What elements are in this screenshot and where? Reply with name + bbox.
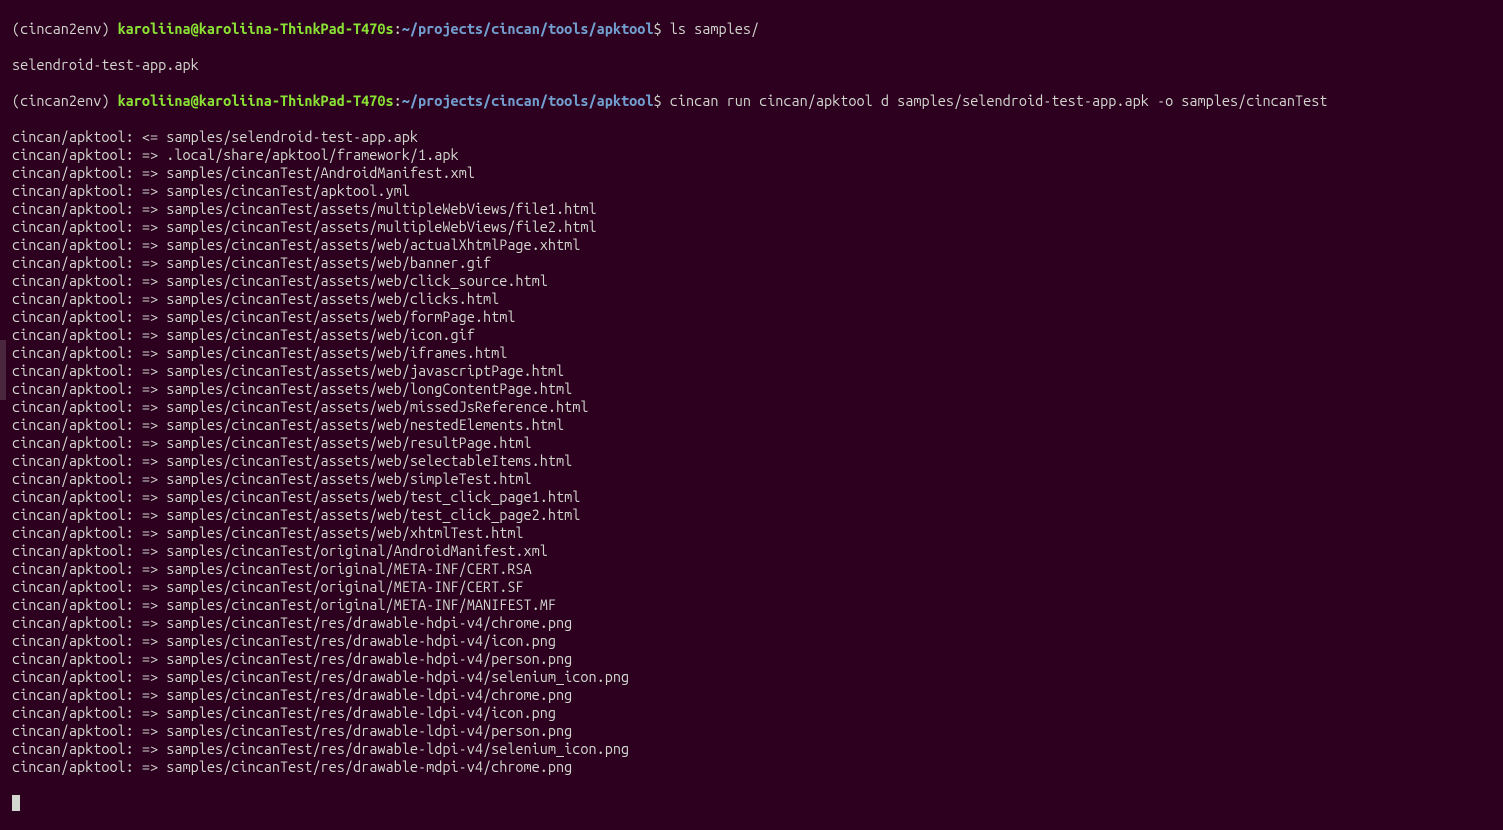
output-line: cincan/apktool: => samples/cincanTest/as… <box>12 488 1503 506</box>
output-line: cincan/apktool: => samples/cincanTest/as… <box>12 470 1503 488</box>
output-line: cincan/apktool: => samples/cincanTest/re… <box>12 632 1503 650</box>
output-line: cincan/apktool: => samples/cincanTest/re… <box>12 614 1503 632</box>
terminal-cursor <box>12 795 20 811</box>
output-line: cincan/apktool: => .local/share/apktool/… <box>12 146 1503 164</box>
output-line: cincan/apktool: => samples/cincanTest/as… <box>12 290 1503 308</box>
terminal-viewport[interactable]: (cincan2env) karoliina@karoliina-ThinkPa… <box>0 0 1503 830</box>
output-line: cincan/apktool: => samples/cincanTest/as… <box>12 218 1503 236</box>
virtualenv-label: (cincan2env) <box>12 92 118 109</box>
output-line: cincan/apktool: => samples/cincanTest/as… <box>12 380 1503 398</box>
output-line: cincan/apktool: => samples/cincanTest/as… <box>12 272 1503 290</box>
output-line: cincan/apktool: => samples/cincanTest/re… <box>12 722 1503 740</box>
output-line: cincan/apktool: => samples/cincanTest/or… <box>12 578 1503 596</box>
output-line: cincan/apktool: => samples/cincanTest/as… <box>12 398 1503 416</box>
output-line: cincan/apktool: => samples/cincanTest/as… <box>12 326 1503 344</box>
output-line: cincan/apktool: => samples/cincanTest/as… <box>12 308 1503 326</box>
output-line: cincan/apktool: => samples/cincanTest/or… <box>12 596 1503 614</box>
output-line: cincan/apktool: => samples/cincanTest/as… <box>12 236 1503 254</box>
output-line: cincan/apktool: => samples/cincanTest/as… <box>12 344 1503 362</box>
user-host: karoliina@karoliina-ThinkPad-T470s <box>118 92 394 109</box>
output-line: cincan/apktool: => samples/cincanTest/re… <box>12 758 1503 776</box>
output-line: cincan/apktool: => samples/cincanTest/as… <box>12 452 1503 470</box>
output-line: cincan/apktool: => samples/cincanTest/as… <box>12 524 1503 542</box>
tool-output-block: cincan/apktool: <= samples/selendroid-te… <box>12 128 1503 776</box>
prompt-separator: : <box>394 92 402 109</box>
virtualenv-label: (cincan2env) <box>12 20 118 37</box>
output-line: cincan/apktool: => samples/cincanTest/An… <box>12 164 1503 182</box>
prompt-line-2: (cincan2env) karoliina@karoliina-ThinkPa… <box>12 92 1503 110</box>
command-text: cincan run cincan/apktool d samples/sele… <box>670 92 1328 109</box>
output-line: cincan/apktool: => samples/cincanTest/as… <box>12 416 1503 434</box>
prompt-separator: : <box>394 20 402 37</box>
output-line: cincan/apktool: => samples/cincanTest/re… <box>12 740 1503 758</box>
cwd-path: ~/projects/cincan/tools/apktool <box>402 92 654 109</box>
output-line: cincan/apktool: => samples/cincanTest/or… <box>12 560 1503 578</box>
output-line: cincan/apktool: => samples/cincanTest/re… <box>12 650 1503 668</box>
command-text: ls samples/ <box>670 20 759 37</box>
user-host: karoliina@karoliina-ThinkPad-T470s <box>118 20 394 37</box>
output-line: cincan/apktool: => samples/cincanTest/as… <box>12 254 1503 272</box>
prompt-line-1: (cincan2env) karoliina@karoliina-ThinkPa… <box>12 20 1503 38</box>
prompt-dollar: $ <box>654 92 670 109</box>
output-line: cincan/apktool: => samples/cincanTest/re… <box>12 704 1503 722</box>
output-line: cincan/apktool: => samples/cincanTest/as… <box>12 362 1503 380</box>
output-line: cincan/apktool: => samples/cincanTest/as… <box>12 434 1503 452</box>
output-line: cincan/apktool: => samples/cincanTest/as… <box>12 506 1503 524</box>
output-line: cincan/apktool: => samples/cincanTest/re… <box>12 686 1503 704</box>
output-line: cincan/apktool: <= samples/selendroid-te… <box>12 128 1503 146</box>
output-line: cincan/apktool: => samples/cincanTest/ap… <box>12 182 1503 200</box>
ls-output: selendroid-test-app.apk <box>12 56 1503 74</box>
output-line: cincan/apktool: => samples/cincanTest/as… <box>12 200 1503 218</box>
cursor-line[interactable] <box>12 794 1503 812</box>
output-line: cincan/apktool: => samples/cincanTest/or… <box>12 542 1503 560</box>
scrollbar-hint[interactable] <box>0 340 6 400</box>
cwd-path: ~/projects/cincan/tools/apktool <box>402 20 654 37</box>
prompt-dollar: $ <box>654 20 670 37</box>
output-line: cincan/apktool: => samples/cincanTest/re… <box>12 668 1503 686</box>
